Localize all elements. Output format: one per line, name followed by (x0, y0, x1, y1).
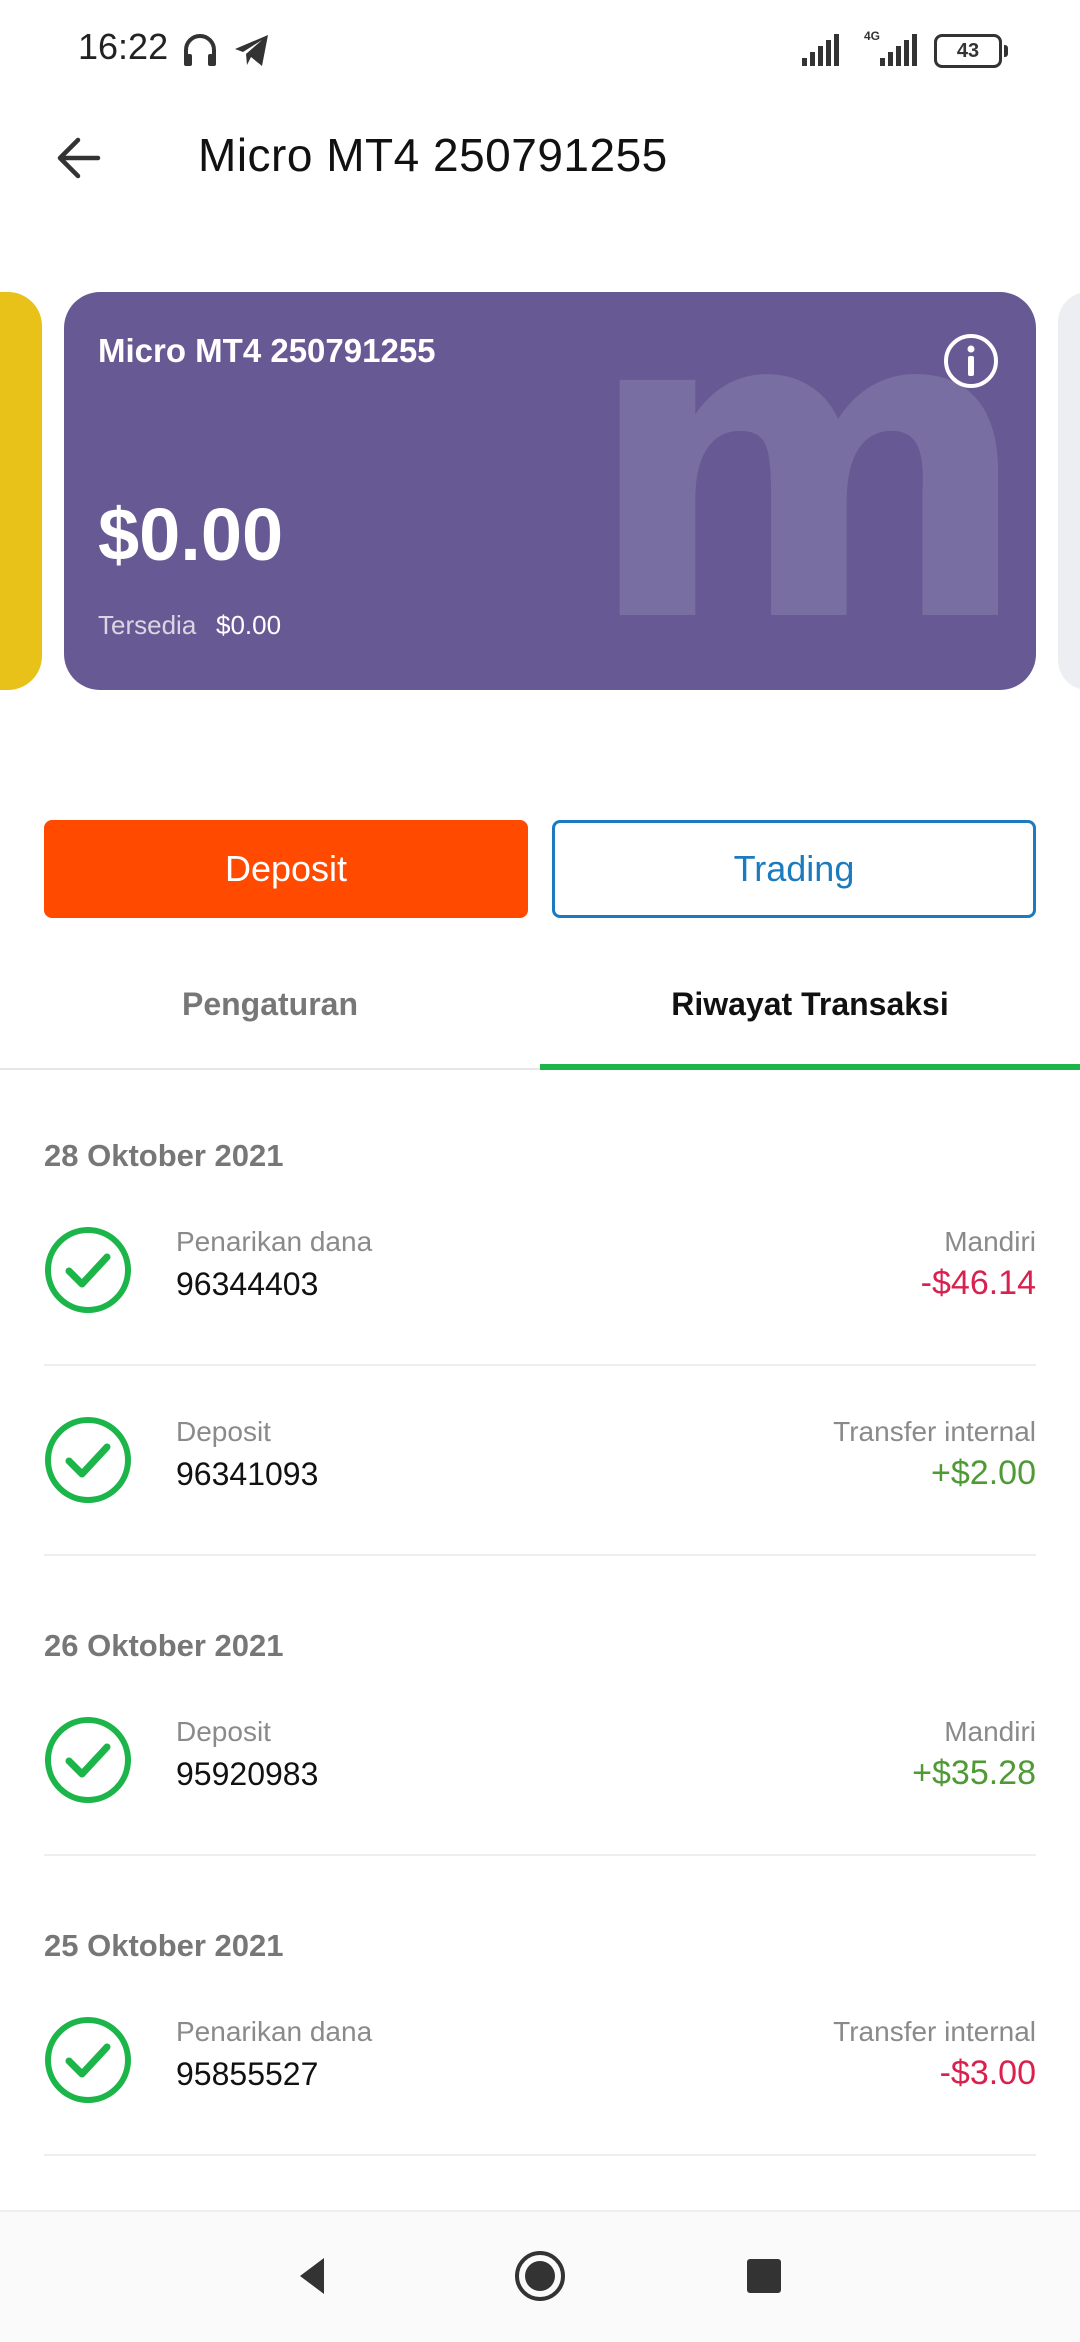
transaction-id: 95855527 (176, 2056, 319, 2092)
transaction-amount: +$2.00 (931, 1454, 1036, 1492)
transaction-method: Transfer internal (833, 2016, 1036, 2047)
check-circle-icon (45, 1227, 131, 1313)
transaction-type: Penarikan dana (176, 1226, 373, 1257)
arrow-left-icon[interactable] (50, 128, 110, 188)
transaction-method: Mandiri (944, 1226, 1036, 1257)
transaction-row[interactable]: Penarikan dana 95855527 Transfer interna… (44, 1966, 1036, 2156)
active-tab-indicator (540, 1064, 1080, 1070)
transaction-amount: -$3.00 (939, 2054, 1036, 2092)
info-icon[interactable] (942, 332, 1000, 390)
transaction-id: 96344403 (176, 1266, 319, 1302)
card-balance: $0.00 (98, 493, 284, 576)
svg-text:4G: 4G (864, 29, 880, 43)
status-bar: 16:22 4G 43 (0, 0, 1080, 100)
tab-settings[interactable]: Pengaturan (0, 940, 540, 1068)
transaction-type: Deposit (176, 1716, 271, 1747)
account-card[interactable]: m Micro MT4 250791255 $0.00 Tersedia $0.… (64, 292, 1036, 690)
tab-bar: Pengaturan Riwayat Transaksi (0, 940, 1080, 1070)
card-account-name: Micro MT4 250791255 (98, 332, 436, 369)
check-circle-icon (45, 2017, 131, 2103)
transaction-method: Mandiri (944, 1716, 1036, 1747)
nav-back-icon[interactable] (284, 2246, 344, 2306)
available-value: $0.00 (216, 610, 282, 640)
check-circle-icon (45, 1717, 131, 1803)
transaction-method: Transfer internal (833, 1416, 1036, 1447)
deposit-button[interactable]: Deposit (44, 820, 528, 918)
page-title: Micro MT4 250791255 (198, 129, 668, 181)
nav-home-icon[interactable] (510, 2246, 570, 2306)
date-header: 28 Oktober 2021 (44, 1138, 284, 1173)
4g-signal-icon: 4G (864, 29, 917, 66)
transaction-id: 95920983 (176, 1756, 319, 1792)
battery-icon: 43 (934, 34, 1008, 68)
tab-transaction-history[interactable]: Riwayat Transaksi (540, 940, 1080, 1068)
status-time: 16:22 (78, 26, 169, 67)
transaction-amount: -$46.14 (920, 1264, 1036, 1302)
trading-button[interactable]: Trading (552, 820, 1036, 918)
transaction-row[interactable]: Deposit 95920983 Mandiri +$35.28 (44, 1666, 1036, 1856)
system-nav-bar (0, 2210, 1080, 2342)
app-header: Micro MT4 250791255 (0, 100, 1080, 220)
available-label: Tersedia (98, 610, 197, 640)
headphones-icon (184, 34, 216, 66)
telegram-icon (235, 35, 268, 66)
transaction-row[interactable]: Deposit 96341093 Transfer internal +$2.0… (44, 1366, 1036, 1556)
date-header: 25 Oktober 2021 (44, 1928, 284, 1963)
date-header: 26 Oktober 2021 (44, 1628, 284, 1663)
signal-icon (802, 34, 839, 66)
check-circle-icon (45, 1417, 131, 1503)
previous-account-card[interactable] (0, 292, 42, 690)
nav-recents-icon[interactable] (734, 2246, 794, 2306)
transaction-type: Penarikan dana (176, 2016, 373, 2047)
transaction-type: Deposit (176, 1416, 271, 1447)
next-account-card[interactable] (1058, 292, 1080, 690)
transaction-id: 96341093 (176, 1456, 319, 1492)
transaction-amount: +$35.28 (912, 1754, 1036, 1792)
transaction-row[interactable]: Penarikan dana 96344403 Mandiri -$46.14 (44, 1176, 1036, 1366)
